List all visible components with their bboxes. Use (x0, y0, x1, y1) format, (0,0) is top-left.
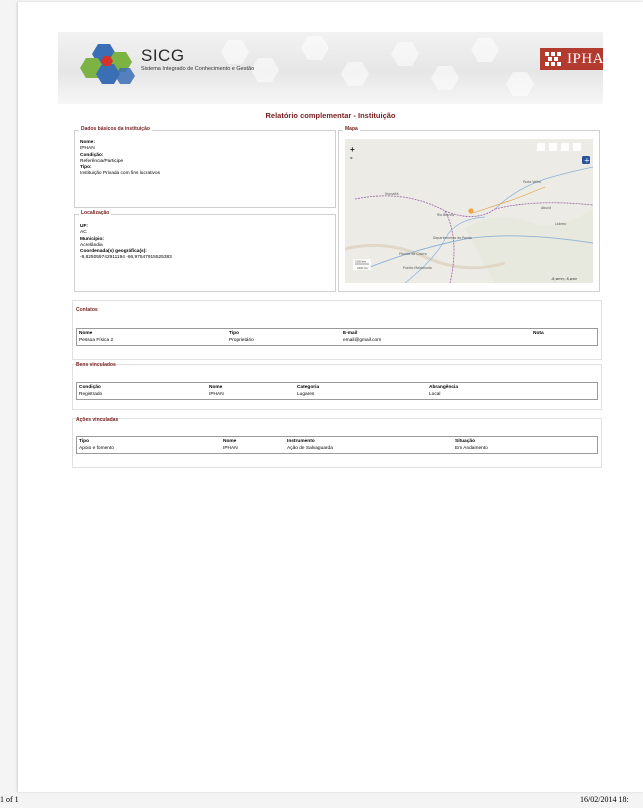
col-nota: Nota (533, 331, 544, 336)
col-abrangencia: Abrangência (429, 385, 459, 390)
cell-nome: IPHAN (209, 392, 224, 397)
report-page: SICG Sistema Integrado de Conhecimento e… (18, 2, 643, 792)
map-fieldset: Mapa Rio Branco Porto Velho Abunã Plácid (338, 126, 600, 292)
col-situacao: Situação (455, 439, 475, 444)
scale-bottom-label: 200 mi (357, 266, 368, 270)
page-indicator: 1 of 1 (0, 795, 19, 804)
map-label-placido: Plácido de Castro (399, 252, 427, 256)
iphan-logo: IPHAN (540, 48, 603, 70)
app-name: SICG (141, 46, 185, 65)
contacts-table: Nome Tipo E-mail Nota Pessoa Física 2 Pr… (76, 328, 598, 346)
print-timestamp: 16/02/2014 18: (580, 795, 629, 804)
col-categoria: Categoria (297, 385, 320, 390)
table-row: Apoio e fomento IPHAN Ação de Salvaguard… (77, 445, 598, 454)
linked-actions-label: Ações vinculadas (76, 417, 119, 423)
linked-assets-label: Bens vinculados (76, 362, 116, 368)
map-label-labrea: Lábrea (555, 222, 566, 226)
location-marker-icon[interactable] (468, 208, 474, 214)
map-canvas[interactable]: Rio Branco Porto Velho Abunã Plácido de … (345, 139, 593, 283)
map-view[interactable]: Rio Branco Porto Velho Abunã Plácido de … (345, 139, 593, 283)
scale-top-label: 100 km (355, 260, 366, 264)
map-label-abuna: Abunã (541, 206, 551, 210)
layer-switcher-icon[interactable]: + (582, 156, 590, 165)
cell-situacao: Em Andamento (455, 446, 488, 451)
col-nome: Nome (209, 385, 223, 390)
coordinates-value: -9,825059742911194 -66,97547915525383 (80, 255, 172, 261)
scale-bar: 100 km 200 mi (353, 259, 371, 270)
map-layer-button-4[interactable] (573, 143, 581, 151)
linked-assets-table: Condição Nome Categoria Abrangência Regi… (76, 382, 598, 400)
hexagon-pattern-background (221, 36, 534, 96)
location-legend: Localização (79, 210, 112, 216)
linked-actions-table: Tipo Nome Instrumento Situação Apoio e f… (76, 436, 598, 454)
basic-data-fieldset: Dados básicos da instituição Nome: IPHAN… (74, 126, 336, 208)
basic-data-legend: Dados básicos da instituição (79, 126, 152, 132)
col-email: E-mail (343, 331, 358, 336)
map-label-maldonado: Puerto Maldonado (403, 266, 432, 270)
cell-tipo: Proprietário (229, 338, 254, 343)
cell-categoria: Lugares (297, 392, 315, 397)
linked-assets-header-row: Condição Nome Categoria Abrangência (77, 383, 598, 392)
report-header: SICG Sistema Integrado de Conhecimento e… (58, 32, 603, 104)
sicg-logo-icon (80, 44, 135, 84)
col-condicao: Condição (79, 385, 101, 390)
svg-text:+: + (584, 157, 590, 165)
cell-nome: IPHAN (223, 446, 238, 451)
col-nome: Nome (223, 439, 237, 444)
col-tipo: Tipo (229, 331, 240, 336)
linked-actions-header-row: Tipo Nome Instrumento Situação (77, 437, 598, 446)
map-label-pando: Departamento de Pando (433, 236, 472, 240)
report-title: Relatório complementar - Instituição (265, 111, 396, 120)
col-tipo: Tipo (79, 439, 90, 444)
contacts-label: Contatos (76, 307, 98, 313)
iphan-logo-text: IPHAN (567, 50, 603, 67)
contacts-header-row: Nome Tipo E-mail Nota (77, 329, 598, 338)
location-fields: UF: AC Município: Acrelândia Coordenada(… (80, 224, 172, 262)
table-row: Pessoa Física 2 Proprietário email@gmail… (77, 337, 598, 346)
table-row: Registrado IPHAN Lugares Local (77, 391, 598, 400)
type-value: Instituição Privada com fins lucrativos (80, 171, 160, 177)
basic-data-fields: Nome: IPHAN Condição: Referência/Partici… (80, 140, 160, 178)
map-label-rio-branco: Rio Branco (437, 213, 454, 217)
zoom-out-button[interactable]: - (350, 154, 353, 162)
map-layer-button-3[interactable] (561, 143, 569, 151)
location-fieldset: Localização UF: AC Município: Acrelândia… (74, 210, 336, 292)
cell-nota (531, 337, 598, 346)
cell-tipo: Apoio e fomento (79, 446, 114, 451)
col-instrumento: Instrumento (287, 439, 315, 444)
app-subtitle: Sistema Integrado de Conhecimento e Gest… (141, 66, 255, 72)
cell-instrumento: Ação de Salvaguarda (287, 446, 333, 451)
cell-email: email@gmail.com (343, 338, 382, 343)
map-layer-button-2[interactable] (549, 143, 557, 151)
cell-condicao: Registrado (79, 392, 103, 397)
cell-abrangencia: Local (429, 392, 441, 397)
coords-readout: -8,wmrr,-6,wair (551, 277, 578, 281)
map-legend: Mapa (343, 126, 360, 132)
cell-nome: Pessoa Física 2 (79, 338, 114, 343)
col-nome: Nome (79, 331, 93, 336)
map-layer-button-1[interactable] (537, 143, 545, 151)
iphan-emblem-icon (543, 50, 563, 68)
map-label-humaita: Humaitá (385, 192, 399, 196)
map-label-porto-velho: Porto Velho (523, 180, 541, 184)
